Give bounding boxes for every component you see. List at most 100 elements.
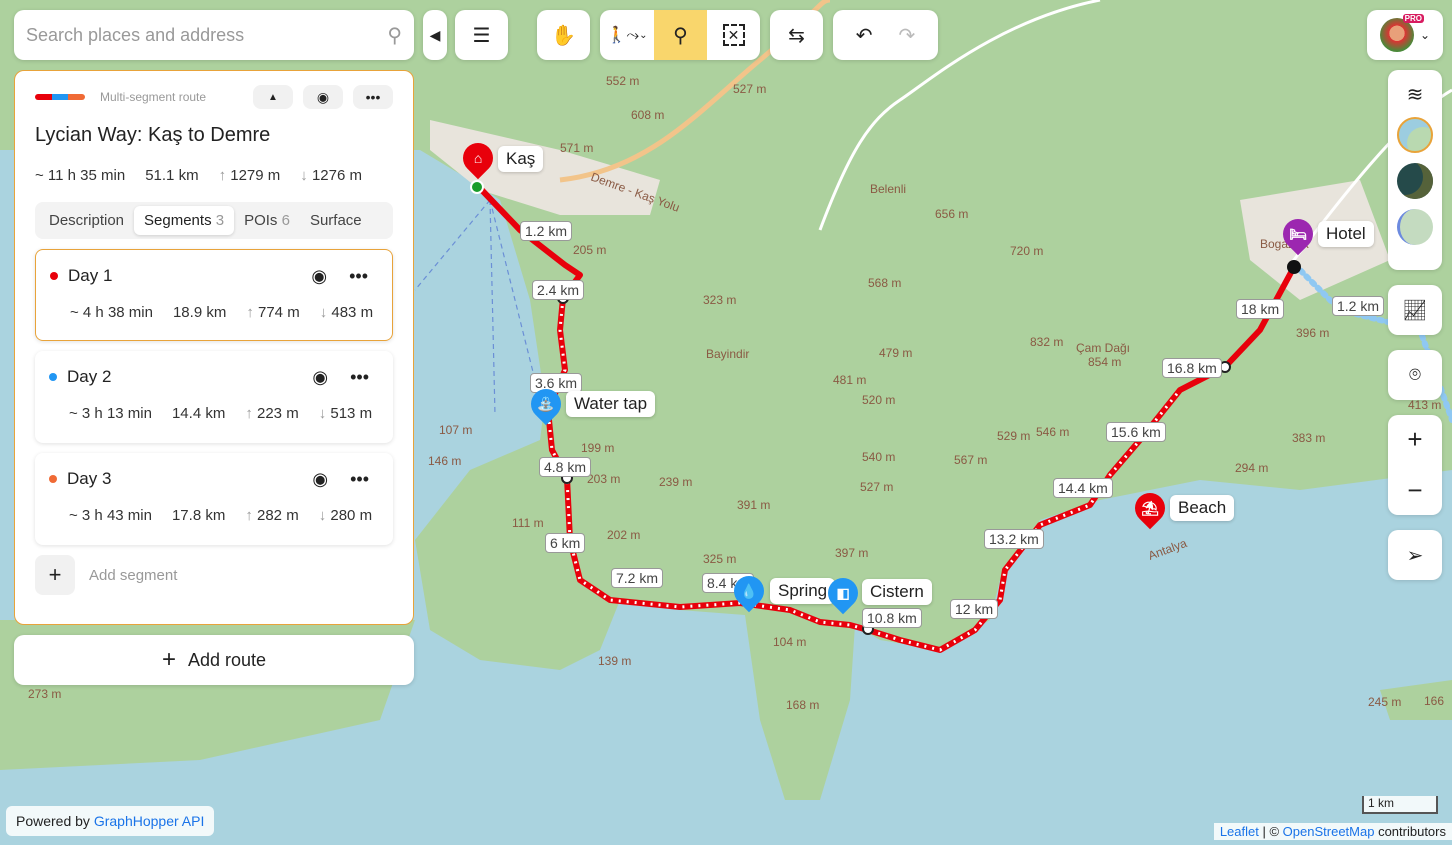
waypoint-end[interactable] xyxy=(1287,260,1301,274)
pro-badge: PRO xyxy=(1402,14,1424,23)
elevation-label: 481 m xyxy=(833,373,866,387)
segment-name: Day 3 xyxy=(67,469,112,488)
reverse-route-button[interactable]: ⇆ xyxy=(770,10,823,60)
add-segment-label[interactable]: Add segment xyxy=(89,567,177,584)
elevation-label: 166 xyxy=(1424,694,1444,708)
settings-sliders-button[interactable]: ☰ xyxy=(455,10,508,60)
elevation-label: 571 m xyxy=(560,141,593,155)
eye-icon[interactable]: ◉ xyxy=(311,266,327,287)
arrow-up-icon: ↑ xyxy=(218,167,231,184)
zoom-in-icon[interactable]: + xyxy=(1407,424,1422,455)
more-options-button[interactable]: ••• xyxy=(353,85,393,109)
search-icon[interactable]: ⚲ xyxy=(387,23,402,48)
poi-label-beach[interactable]: Beach xyxy=(1170,495,1235,521)
elevation-label: 720 m xyxy=(1010,244,1043,258)
distance-marker: 14.4 km xyxy=(1053,478,1113,498)
segment-ascent: ↑ 223 m xyxy=(245,405,299,422)
search-input[interactable] xyxy=(26,24,388,46)
segment-card[interactable]: Day 1 ◉ ••• ~ 4 h 38 min 18.9 km ↑ 774 m ↓ 4… xyxy=(35,249,393,341)
segment-card[interactable]: Day 2 ◉ ••• ~ 3 h 13 min 14.4 km ↑ 223 m ↓ 5… xyxy=(35,351,393,443)
tab-pois[interactable]: POIs 6 xyxy=(234,206,300,235)
plus-icon: + xyxy=(161,646,176,673)
elevation-label: 107 m xyxy=(439,423,472,437)
more-icon: ••• xyxy=(365,89,381,105)
distance-marker: 7.2 km xyxy=(611,568,664,588)
segment-name: Day 1 xyxy=(68,266,113,285)
add-poi-button[interactable]: ⚲ xyxy=(654,10,707,60)
poi-label-hotel[interactable]: Hotel xyxy=(1318,221,1374,247)
poi-label-water-tap[interactable]: Water tap xyxy=(566,391,656,417)
powered-by: Powered by GraphHopper API xyxy=(6,806,215,836)
graphhopper-link[interactable]: GraphHopper API xyxy=(94,813,205,829)
more-icon[interactable]: ••• xyxy=(350,469,369,490)
elevation-label: 567 m xyxy=(954,453,987,467)
elevation-label: 199 m xyxy=(581,441,614,455)
tab-surface[interactable]: Surface xyxy=(300,206,372,235)
eye-icon[interactable]: ◉ xyxy=(312,469,328,490)
profile-menu-button[interactable]: PRO ⌄ xyxy=(1367,10,1443,60)
pan-hand-button[interactable]: ✋ xyxy=(537,10,590,60)
navigation-arrow-icon: ➢ xyxy=(1406,544,1424,567)
layer-map-thumbnail[interactable] xyxy=(1397,117,1433,153)
more-icon[interactable]: ••• xyxy=(349,266,368,287)
route-mode-group: 🚶⤳ ⌄ ⚲ ✕ xyxy=(600,10,760,60)
scale-bar: 1 km xyxy=(1362,796,1438,814)
elevation-label: 104 m xyxy=(773,635,806,649)
add-route-button[interactable]: + Add route xyxy=(14,635,414,685)
more-icon[interactable]: ••• xyxy=(350,367,369,388)
chevron-down-icon: ⌄ xyxy=(1419,28,1431,42)
elevation-label: 479 m xyxy=(879,346,912,360)
elevation-profile-button[interactable]: 📈︎ xyxy=(1388,285,1442,335)
locate-me-button[interactable]: ➢ xyxy=(1388,530,1442,580)
layer-overlay-thumbnail[interactable] xyxy=(1397,209,1433,245)
leaflet-link[interactable]: Leaflet xyxy=(1220,824,1259,839)
poi-label-cistern[interactable]: Cistern xyxy=(862,579,932,605)
distance-marker: 12 km xyxy=(950,599,999,619)
select-area-button[interactable]: ✕ xyxy=(707,10,760,60)
distance-marker: 18 km xyxy=(1236,299,1285,319)
visibility-button[interactable]: ◉ xyxy=(303,85,343,109)
add-segment-button[interactable]: + xyxy=(35,555,75,595)
elevation-label: 546 m xyxy=(1036,425,1069,439)
zoom-out-icon[interactable]: − xyxy=(1407,475,1422,506)
chevron-down-icon: ⌄ xyxy=(639,29,648,41)
elevation-label: 568 m xyxy=(868,276,901,290)
undo-icon[interactable]: ↶ xyxy=(856,23,873,48)
layers-icon[interactable]: ≋ xyxy=(1407,82,1424,107)
focus-icon: ⌾ xyxy=(1409,363,1421,386)
elevation-label: 397 m xyxy=(835,546,868,560)
segment-distance: 17.8 km xyxy=(171,507,226,524)
search-box[interactable]: ⚲ xyxy=(14,10,414,60)
route-start[interactable] xyxy=(470,180,484,194)
routing-profile-dropdown[interactable]: 🚶⤳ ⌄ xyxy=(600,10,654,60)
swap-icon: ⇆ xyxy=(788,24,805,47)
elevation-label: 656 m xyxy=(935,207,968,221)
distance-marker: 1.2 km xyxy=(520,221,573,241)
segment-card[interactable]: Day 3 ◉ ••• ~ 3 h 43 min 17.8 km ↑ 282 m ↓ 2… xyxy=(35,453,393,545)
elevation-label: 527 m xyxy=(733,82,766,96)
elevation-label: 294 m xyxy=(1235,461,1268,475)
redo-icon[interactable]: ↷ xyxy=(899,23,916,48)
segment-descent: ↓ 483 m xyxy=(319,304,374,321)
segment-color-dot xyxy=(50,272,58,280)
collapse-panel-button[interactable]: ◀ xyxy=(423,10,447,60)
osm-link[interactable]: OpenStreetMap xyxy=(1283,824,1375,839)
route-duration: ~ 11 h 35 min xyxy=(35,167,126,184)
eye-icon[interactable]: ◉ xyxy=(312,367,328,388)
route-distance: 51.1 km xyxy=(145,167,199,184)
poi-label-kas[interactable]: Kaş xyxy=(498,146,544,172)
plus-icon: + xyxy=(48,562,62,587)
collapse-button[interactable]: ▲ xyxy=(253,85,293,109)
poi-label-spring[interactable]: Spring xyxy=(770,578,836,604)
segment-ascent: ↑ 282 m xyxy=(245,507,299,524)
distance-marker: 10.8 km xyxy=(862,608,922,628)
place-camdagi: Çam Dağı xyxy=(1076,341,1130,355)
layer-satellite-thumbnail[interactable] xyxy=(1397,163,1433,199)
tab-segments[interactable]: Segments 3 xyxy=(134,206,235,235)
fit-route-button[interactable]: ⌾ xyxy=(1388,350,1442,400)
tab-description[interactable]: Description xyxy=(39,206,134,235)
hiking-route-icon: 🚶⤳ xyxy=(606,27,640,44)
segment-duration: ~ 3 h 43 min xyxy=(69,507,152,524)
distance-marker: 6 km xyxy=(545,533,586,553)
zoom-controls: + − xyxy=(1388,415,1442,515)
